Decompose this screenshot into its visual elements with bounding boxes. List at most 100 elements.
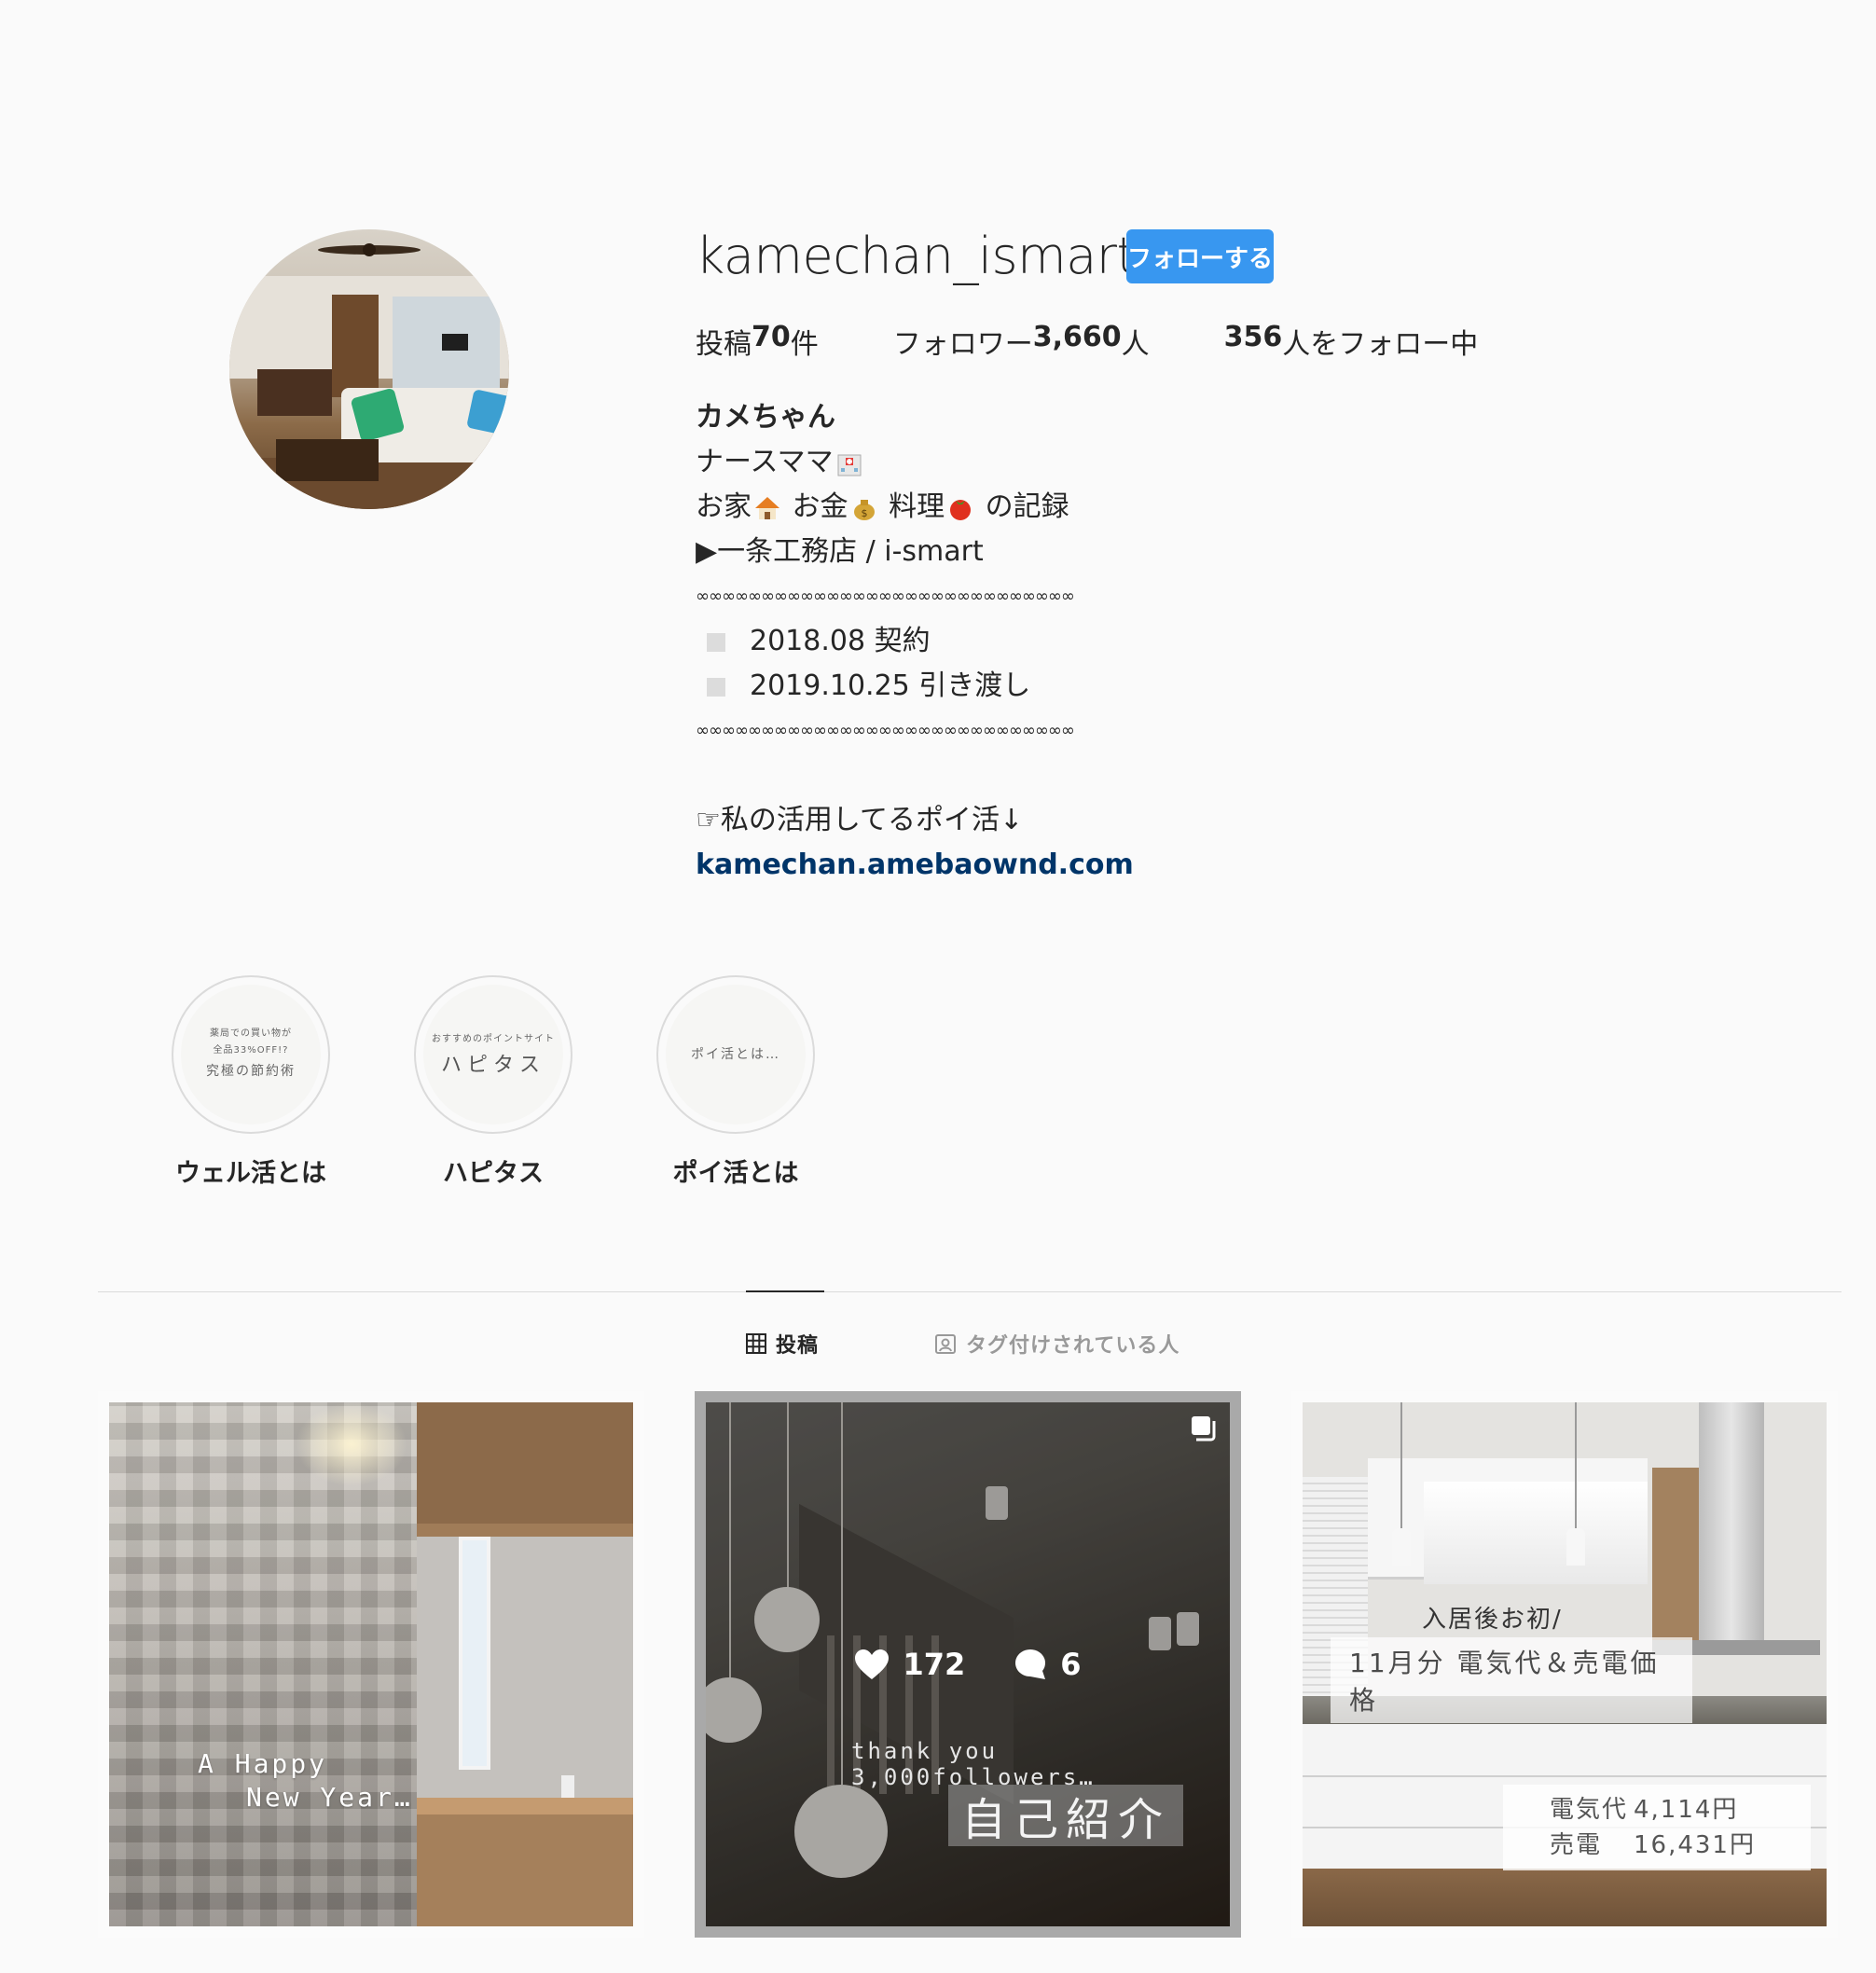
post-comments-count: 6 [1060,1647,1082,1682]
bio-line-2-d: の記録 [976,490,1069,523]
highlight-cover-text: ポイ活とは… [691,1047,780,1062]
post-image: thank you 3,000followers… 自己紹介 172 6 [706,1402,1230,1926]
highlight-ring[interactable]: おすすめのポイントサイト ハピタス [414,975,572,1134]
highlight-cover-text: ハピタス [440,1054,545,1077]
post-price-label: 電気代 [1550,1796,1629,1824]
post-price-overlay: 電気代 4,114円 売電 16,431円 [1503,1785,1811,1870]
post-thumbnail[interactable]: 入居後お初/ 11月分 電気代＆売電価格 電気代 4,114円 売電 16,43… [1291,1391,1838,1938]
post-likes: 172 [854,1647,965,1682]
bio-item-1-text: 2018.08 契約 [750,625,931,657]
profile-stats: 投稿 70 件 フォロワー 3,660 人 356 人をフォロー中 [696,321,1478,362]
avatar-photo-tv [442,334,468,351]
highlight-cover: ポイ活とは… [666,985,806,1124]
bio-separator: ∞∞∞∞∞∞∞∞∞∞∞∞∞∞∞∞∞∞∞∞∞∞∞∞∞∞∞∞∞ [696,721,1075,740]
svg-text:$: $ [861,507,867,519]
following-count[interactable]: 356 人をフォロー中 [1224,321,1479,362]
post-price-value: 4,114円 [1634,1796,1739,1824]
highlight-item[interactable]: ポイ活とは… ポイ活とは [656,975,815,1189]
highlight-item[interactable]: 薬局での買い物が 全品33%OFF!? 究極の節約術 ウェル活とは [172,975,330,1189]
profile-avatar[interactable] [229,229,509,509]
ceiling-fan-graphic [318,243,421,256]
highlight-cover-text: おすすめのポイントサイト [432,1034,555,1044]
followers-count-value: 3,660 [1032,321,1122,353]
highlight-ring[interactable]: ポイ活とは… [656,975,815,1134]
grid-icon [746,1333,766,1354]
highlight-ring[interactable]: 薬局での買い物が 全品33%OFF!? 究極の節約術 [172,975,330,1134]
post-image: 入居後お初/ 11月分 電気代＆売電価格 電気代 4,114円 売電 16,43… [1303,1402,1827,1926]
follow-button[interactable]: フォローする [1126,229,1274,283]
square-bullet-icon [707,677,725,697]
comment-icon [1015,1649,1046,1679]
followers-count-prefix: フォロワー [892,328,1033,361]
tomato-icon [950,499,972,520]
bio-separator: ∞∞∞∞∞∞∞∞∞∞∞∞∞∞∞∞∞∞∞∞∞∞∞∞∞∞∞∞∞ [696,586,1075,606]
post-image-window [459,1537,490,1770]
highlight-cover: 薬局での買い物が 全品33%OFF!? 究極の節約術 [181,985,321,1124]
avatar-photo-table [276,439,379,481]
tab-tagged[interactable]: タグ付けされている人 [934,1329,1179,1359]
post-price-value: 16,431円 [1634,1831,1756,1859]
bio-line-2-c: 料理 [879,490,945,523]
bio-link[interactable]: kamechan.amebaownd.com [696,843,1134,888]
posts-count-prefix: 投稿 [696,328,752,361]
post-image-cabinet-edge [417,1524,633,1537]
profile-bio: カメちゃん ナースママ お家 お金 $ 料理 の記録 ▶︎一条工務店 / i-sm… [696,395,1134,888]
money-bag-icon: $ [853,499,875,520]
avatar-photo-cushion [466,389,509,435]
tab-tagged-label: タグ付けされている人 [966,1334,1180,1358]
heart-icon [855,1649,890,1679]
post-comments: 6 [1014,1647,1082,1682]
post-image-counter-top [417,1798,633,1814]
highlight-label: ウェル活とは [175,1159,326,1188]
post-subtitle-overlay: 11月分 電気代＆売電価格 [1331,1637,1692,1723]
post-image-wall [417,1537,633,1816]
avatar-photo-door [332,295,379,397]
followers-count[interactable]: フォロワー 3,660 人 [893,321,1150,362]
post-price-row: 電気代 4,114円 [1522,1792,1792,1828]
bio-line-2: お家 お金 $ 料理 の記録 [696,485,1134,530]
post-title-overlay: 自己紹介 [948,1785,1183,1846]
highlight-label: ポイ活とは [672,1159,799,1188]
post-image-upper-cabinet-glass [1424,1482,1648,1584]
post-price-row: 売電 16,431円 [1522,1828,1792,1863]
post-caption-line: A Happy [198,1748,328,1779]
following-count-suffix: 人をフォロー中 [1282,328,1479,361]
post-price-label: 売電 [1550,1831,1603,1859]
post-image-pendant-light [1566,1528,1585,1566]
post-image-cord [1400,1402,1402,1533]
profile-username: kamechan_ismart [696,227,1137,285]
house-icon [755,496,779,519]
post-image: A Happy New Year… [109,1402,633,1926]
bio-poi-line: ☞私の活用してるポイ活↓ [696,804,1024,836]
post-image-cabinet [417,1402,633,1524]
highlight-cover-text: 薬局での買い物が [210,1028,292,1039]
post-title-overlay: 入居後お初/ [1422,1606,1563,1634]
bio-line-1-text: ナースママ [696,446,834,478]
post-image-light [296,1402,407,1486]
highlight-cover-text: 全品33%OFF!? [213,1045,289,1055]
following-count-value: 356 [1223,321,1283,353]
post-image-counter [417,1798,633,1926]
posts-count-value: 70 [752,321,791,353]
highlight-item[interactable]: おすすめのポイントサイト ハピタス ハピタス [414,975,572,1189]
active-tab-indicator [746,1290,824,1292]
tagged-person-icon [935,1334,956,1354]
tabs-divider [98,1291,1842,1292]
followers-count-suffix: 人 [1121,328,1150,361]
post-image-drawer-line [1303,1775,1827,1777]
post-image-cord [1575,1402,1577,1533]
post-thumbnail-hovered[interactable]: thank you 3,000followers… 自己紹介 172 6 [695,1391,1241,1938]
post-image-switch [561,1775,574,1800]
multiple-photos-icon [1192,1416,1216,1442]
post-caption-overlay: A Happy New Year… [198,1747,413,1814]
square-bullet-icon [707,632,725,652]
bio-name: カメちゃん [696,401,835,434]
post-thumbnail[interactable]: A Happy New Year… [98,1391,644,1938]
bio-item-2: 2019.10.25 引き渡し [696,664,1134,709]
bio-blank-line [696,753,1134,798]
tab-posts-label: 投稿 [776,1334,820,1358]
highlight-cover: おすすめのポイントサイト ハピタス [423,985,563,1124]
tab-posts[interactable]: 投稿 [746,1329,819,1359]
post-image-range-hood [1699,1402,1764,1645]
posts-count: 投稿 70 件 [696,321,819,362]
